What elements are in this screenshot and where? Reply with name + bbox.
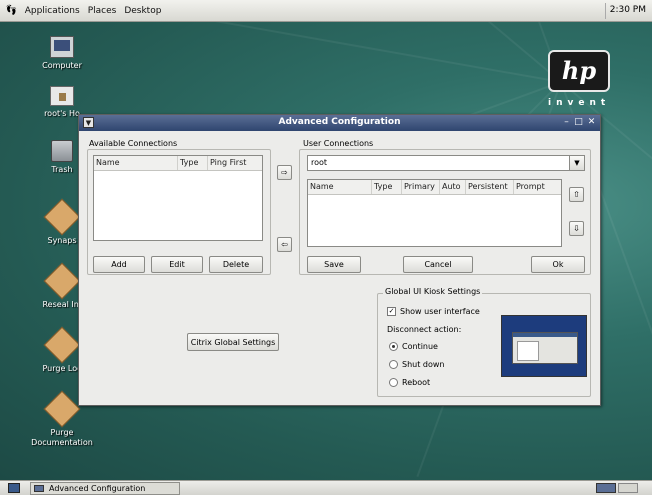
menu-desktop[interactable]: Desktop	[120, 6, 165, 16]
move-left-icon[interactable]: ⇦	[277, 237, 292, 252]
ok-button[interactable]: Ok	[531, 256, 585, 273]
add-button[interactable]: Add	[93, 256, 145, 273]
show-ui-label: Show user interface	[400, 307, 480, 316]
clock[interactable]: 2:30 PM	[610, 5, 646, 15]
user-select[interactable]: root ▼	[307, 155, 585, 171]
radio-continue-row[interactable]: Continue	[389, 342, 438, 351]
window-titlebar[interactable]: ▼ Advanced Configuration – □ ✕	[79, 115, 600, 131]
radio-reboot-label: Reboot	[402, 378, 431, 387]
user-select-value: root	[311, 158, 328, 167]
available-connections-list[interactable]: Name Type Ping First	[93, 155, 263, 241]
menu-places[interactable]: Places	[84, 6, 121, 16]
kiosk-preview-image	[501, 315, 587, 377]
window-title: Advanced Configuration	[278, 117, 401, 127]
chevron-down-icon[interactable]: ▼	[569, 155, 585, 171]
column-type[interactable]: Type	[178, 156, 208, 170]
desktop-icon-label-line2: Documentation	[31, 438, 93, 447]
package-icon	[43, 198, 81, 236]
column-persistent[interactable]: Persistent	[466, 180, 514, 194]
column-prompt[interactable]: Prompt	[514, 180, 562, 194]
maximize-icon[interactable]: □	[573, 117, 584, 128]
save-button[interactable]: Save	[307, 256, 361, 273]
move-right-icon[interactable]: ⇨	[277, 165, 292, 180]
kiosk-settings-heading: Global UI Kiosk Settings	[383, 287, 483, 296]
package-icon	[43, 390, 81, 428]
radio-continue-label: Continue	[402, 342, 438, 351]
radio-reboot[interactable]	[389, 378, 398, 387]
bottom-panel: Advanced Configuration	[0, 480, 652, 495]
move-down-icon[interactable]: ⇩	[569, 221, 584, 236]
desktop-icon-label: Purge	[50, 428, 74, 437]
radio-reboot-row[interactable]: Reboot	[389, 378, 430, 387]
show-desktop-icon[interactable]	[8, 483, 20, 493]
panel-separator	[605, 3, 606, 19]
citrix-global-settings-button[interactable]: Citrix Global Settings	[187, 333, 279, 351]
desktop-icon-computer[interactable]: Computer	[22, 36, 102, 71]
column-ping-first[interactable]: Ping First	[208, 156, 263, 170]
desktop-icon-label: Computer	[42, 61, 82, 70]
user-connections-heading: User Connections	[303, 139, 374, 148]
taskbar-item-advanced-configuration[interactable]: Advanced Configuration	[30, 482, 180, 495]
workspace-2[interactable]	[618, 483, 638, 493]
close-icon[interactable]: ✕	[586, 117, 597, 128]
package-icon	[43, 262, 81, 300]
gnome-foot-icon[interactable]: 👣︎	[0, 5, 21, 16]
radio-shutdown[interactable]	[389, 360, 398, 369]
computer-icon	[50, 36, 74, 58]
kiosk-preview-window	[512, 332, 578, 364]
delete-button[interactable]: Delete	[209, 256, 263, 273]
trash-icon	[51, 140, 73, 162]
taskbar-item-label: Advanced Configuration	[49, 484, 146, 493]
hp-tagline: invent	[548, 98, 611, 108]
edit-button[interactable]: Edit	[151, 256, 203, 273]
column-name[interactable]: Name	[94, 156, 178, 170]
available-connections-heading: Available Connections	[89, 139, 178, 148]
show-ui-checkbox[interactable]: ✓	[387, 307, 396, 316]
top-panel: 👣︎ Applications Places Desktop 2:30 PM	[0, 0, 652, 22]
column-type[interactable]: Type	[372, 180, 402, 194]
window-icon	[34, 485, 44, 492]
radio-shutdown-row[interactable]: Shut down	[389, 360, 444, 369]
disconnect-action-label: Disconnect action:	[387, 325, 462, 334]
home-folder-icon	[50, 86, 74, 106]
radio-continue[interactable]	[389, 342, 398, 351]
column-primary[interactable]: Primary	[402, 180, 440, 194]
user-connections-list[interactable]: Name Type Primary Auto Persistent Prompt	[307, 179, 562, 247]
workspace-1[interactable]	[596, 483, 616, 493]
menu-applications[interactable]: Applications	[21, 6, 84, 16]
package-icon	[43, 326, 81, 364]
cancel-button[interactable]: Cancel	[403, 256, 473, 273]
minimize-icon[interactable]: –	[561, 117, 572, 128]
move-up-icon[interactable]: ⇧	[569, 187, 584, 202]
advanced-configuration-window: ▼ Advanced Configuration – □ ✕ Available…	[78, 114, 601, 406]
show-ui-checkbox-row[interactable]: ✓ Show user interface	[387, 307, 480, 316]
radio-shutdown-label: Shut down	[402, 360, 445, 369]
column-name[interactable]: Name	[308, 180, 372, 194]
column-auto[interactable]: Auto	[440, 180, 466, 194]
hp-logo: hp	[548, 50, 610, 92]
